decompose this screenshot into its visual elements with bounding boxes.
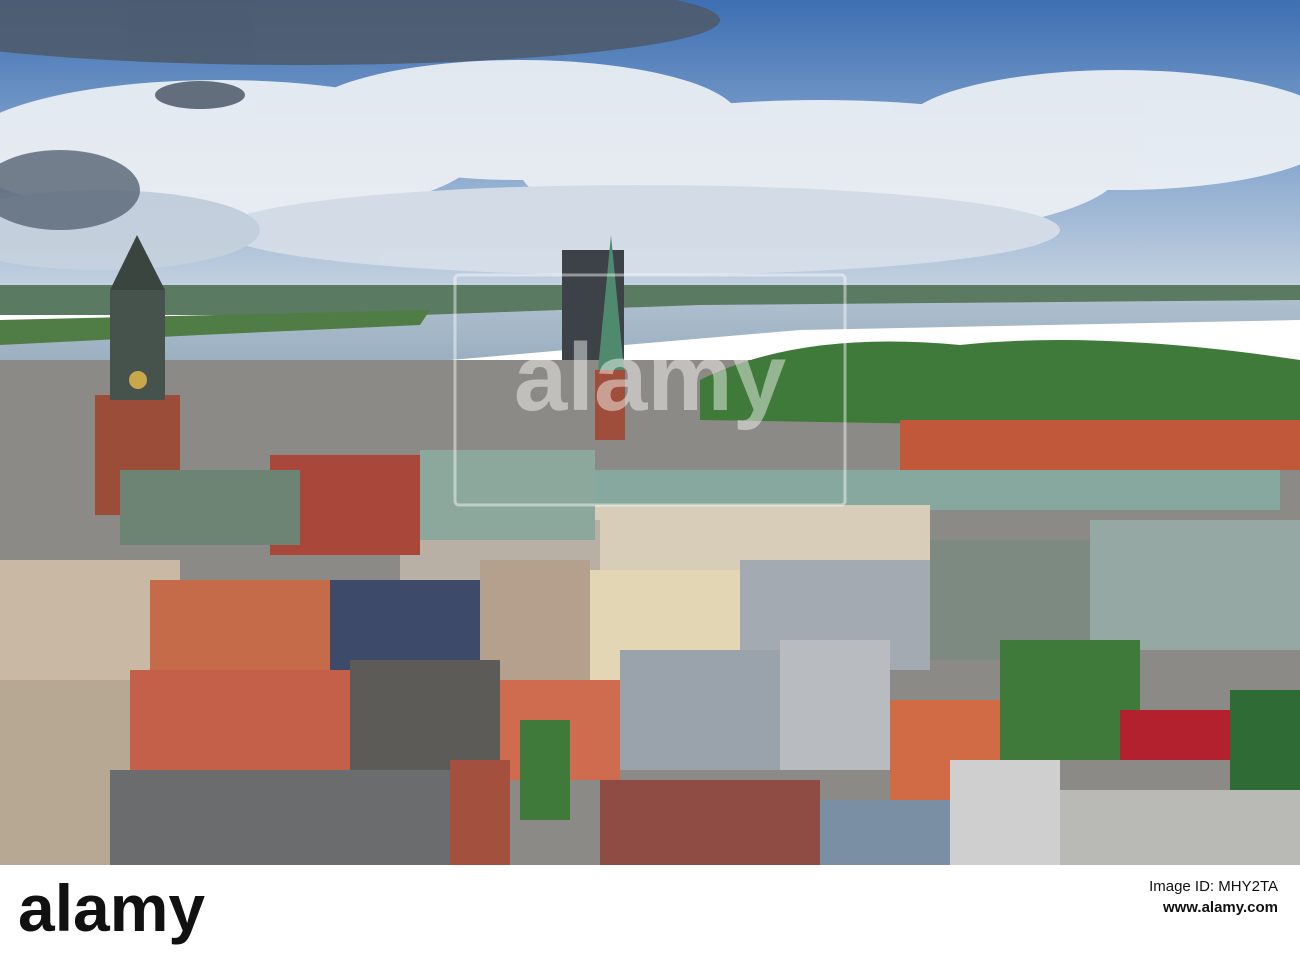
red-roofs [900,420,1300,470]
site-url: www.alamy.com [1162,899,1278,916]
image-id-value: MHY2TA [1218,878,1278,895]
footer-bar: alamy Image ID: MHY2TA www.alamy.com [0,865,1300,955]
green-building [420,450,595,540]
alamy-logo: alamy [18,875,258,945]
image-id-row: Image ID: MHY2TA [1149,877,1278,897]
alamy-logo-graphic: alamy [18,875,205,945]
green-roof-building [590,470,1280,510]
image-id-label: Image ID: [1149,878,1215,895]
park-trees [700,340,1300,430]
footer-meta: Image ID: MHY2TA www.alamy.com [1149,877,1278,919]
cityscape-illustration [0,0,1300,865]
photo: alamy [0,0,1300,865]
alamy-logo-text: alamy [18,875,205,945]
